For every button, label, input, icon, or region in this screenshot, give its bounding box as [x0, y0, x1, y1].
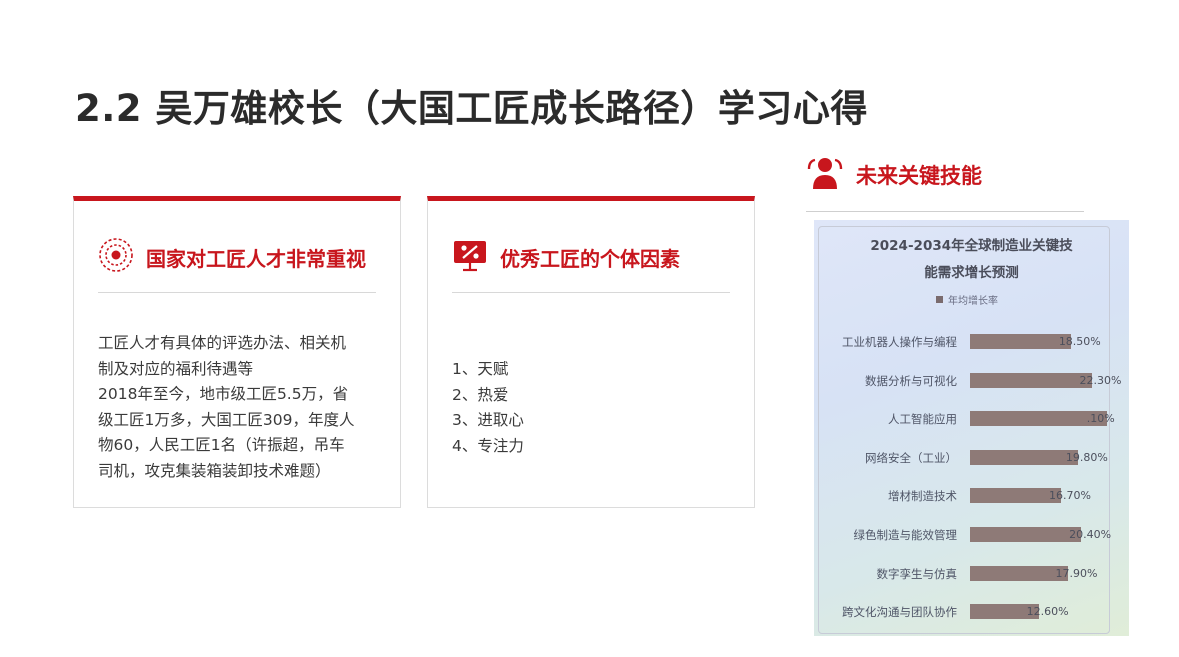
body-line: 级工匠1万多，大国工匠309，年度人: [98, 410, 355, 429]
bar-value-label: 22.30%: [1079, 373, 1122, 387]
bar-value-label: 20.40%: [1069, 528, 1112, 541]
list-item: 1、天赋: [452, 360, 509, 378]
list-item: 3、进取心: [452, 411, 524, 429]
page-title: 2.2 吴万雄校长（大国工匠成长路径）学习心得: [75, 87, 868, 130]
bar: [970, 565, 1068, 581]
bar-row: 数字孪生与仿真 17.90%: [814, 564, 1129, 584]
factor-list: 1、天赋 2、热爱 3、进取心 4、专注力: [452, 357, 736, 459]
bar-value-label: 18.50%: [1058, 335, 1101, 348]
body-line: 制及对应的福利待遇等: [98, 359, 254, 378]
list-item: 2、热爱: [452, 385, 509, 404]
card-body: 工匠人才有具体的评选办法、相关机 制及对应的福利待遇等 2018年至今，地市级工…: [98, 331, 382, 484]
list-item: 4、专注力: [452, 436, 524, 455]
target-icon: [98, 237, 134, 277]
legend-swatch: [936, 296, 943, 303]
percent-board-icon: [452, 237, 488, 277]
bar-value-label: 16.70%: [1049, 489, 1091, 503]
bar-value-label: .10%: [1086, 412, 1115, 426]
divider: [98, 292, 376, 293]
bar-category-label: 网络安全（工业）: [865, 450, 957, 465]
card-heading: 优秀工匠的个体因素: [500, 246, 680, 271]
body-line: 司机，攻克集装箱装卸技术难题）: [98, 461, 331, 480]
bar-category-label: 跨文化沟通与团队协作: [842, 605, 957, 620]
bar-row: 跨文化沟通与团队协作 12.60%: [814, 602, 1129, 622]
body-line: 工匠人才有具体的评选办法、相关机: [98, 334, 347, 352]
bar: [970, 449, 1078, 465]
body-line: 物60，人民工匠1名（许振超，吊车: [98, 436, 345, 454]
bar-row: 网络安全（工业） 19.80%: [814, 448, 1129, 468]
bar-category-label: 人工智能应用: [888, 412, 957, 427]
bar-row: 工业机器人操作与编程 18.50%: [814, 332, 1129, 352]
bar-value-label: 19.80%: [1065, 450, 1108, 464]
bar: [970, 488, 1061, 504]
bar: [970, 334, 1071, 349]
side-heading: 未来关键技能: [856, 164, 982, 188]
skills-chart-photo: 2024-2034年全球制造业关键技 能需求增长预测 年均增长率 工业机器人操作…: [814, 220, 1129, 636]
bar-value-label: 17.90%: [1055, 566, 1098, 580]
bar-row: 人工智能应用 .10%: [814, 409, 1129, 429]
chart-title-line2: 能需求增长预测: [924, 265, 1019, 281]
body-line: 2018年至今，地市级工匠5.5万，省: [98, 385, 349, 403]
bar-category-label: 数据分析与可视化: [865, 373, 957, 388]
card-individual-factors: 优秀工匠的个体因素 1、天赋 2、热爱 3、进取心 4、专注力: [427, 196, 755, 508]
divider: [452, 292, 730, 293]
bar-category-label: 绿色制造与能效管理: [853, 528, 958, 542]
bar-value-label: 12.60%: [1026, 605, 1069, 619]
bar-category-label: 数字孪生与仿真: [876, 566, 958, 581]
bar-row: 数据分析与可视化 22.30%: [814, 371, 1129, 391]
card-talent-importance: 国家对工匠人才非常重视 工匠人才有具体的评选办法、相关机 制及对应的福利待遇等 …: [73, 196, 401, 508]
future-skills-header: 未来关键技能: [806, 155, 982, 195]
card-header: 优秀工匠的个体因素: [452, 237, 680, 277]
card-header: 国家对工匠人才非常重视: [98, 237, 366, 277]
bar-category-label: 增材制造技术: [888, 489, 957, 504]
divider: [806, 211, 1084, 212]
card-heading: 国家对工匠人才非常重视: [146, 246, 366, 271]
people-icon: [806, 155, 844, 195]
bar-row: 绿色制造与能效管理 20.40%: [814, 525, 1129, 545]
bar: [970, 372, 1092, 388]
chart-legend: 年均增长率: [936, 292, 998, 307]
bar-row: 增材制造技术 16.70%: [814, 486, 1129, 506]
chart-title-line1: 2024-2034年全球制造业关键技: [870, 238, 1073, 254]
bar: [970, 527, 1082, 542]
legend-label: 年均增长率: [948, 296, 998, 307]
bar-category-label: 工业机器人操作与编程: [842, 335, 957, 349]
